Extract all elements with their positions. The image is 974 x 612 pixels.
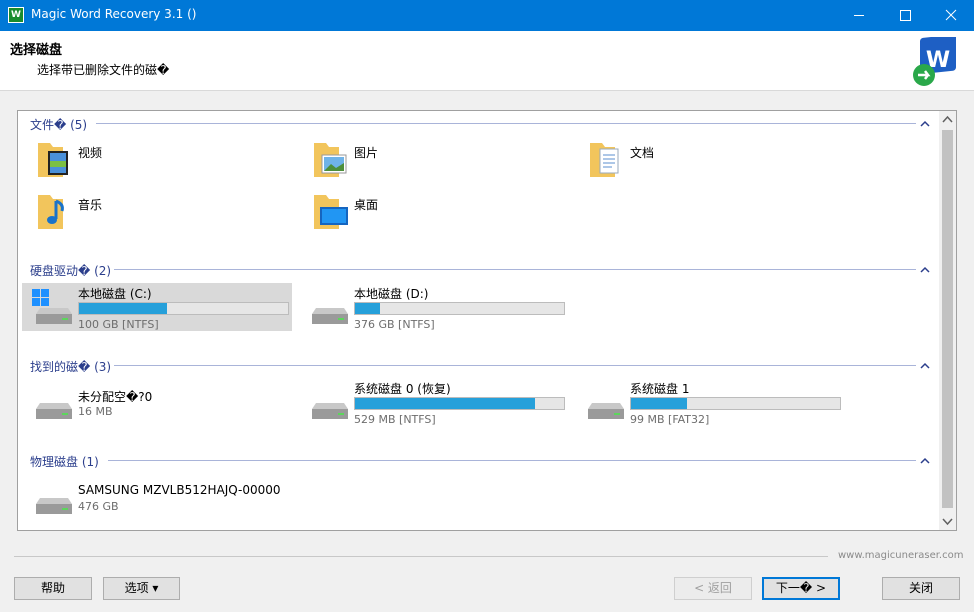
drive-usage-bar: [78, 302, 289, 315]
scrollbar-thumb[interactable]: [942, 130, 953, 508]
close-icon: [945, 9, 957, 21]
drive-name: 本地磁盘 (D:): [354, 287, 429, 301]
close-window-button[interactable]: [928, 0, 974, 31]
window-title: Magic Word Recovery 3.1 (): [31, 7, 197, 21]
scroll-up-icon[interactable]: [939, 111, 956, 128]
page-title: 选择磁盘: [10, 43, 63, 58]
drive-name: 系统磁盘 0 (恢复): [354, 382, 451, 396]
collapse-chevron-icon[interactable]: [920, 266, 930, 274]
scroll-down-icon[interactable]: [939, 513, 956, 530]
maximize-button[interactable]: [882, 0, 928, 31]
group-divider: [96, 123, 916, 124]
drive-usage-bar: [630, 397, 841, 410]
folder-label: 视频: [78, 146, 103, 160]
options-button[interactable]: 选项 ▾: [103, 577, 180, 600]
drive-size: 16 MB: [78, 405, 113, 418]
folder-label: 文档: [630, 146, 655, 160]
folder-item-music[interactable]: 音乐: [22, 188, 292, 236]
maximize-icon: [900, 10, 911, 21]
group-header-folders[interactable]: 文件� (5): [30, 116, 87, 132]
drive-size: 476 GB: [78, 500, 119, 513]
page-subtitle: 选择带已删除文件的磁�: [37, 63, 170, 77]
found-item-system-disk-0[interactable]: 系统磁盘 0 (恢复) 529 MB [NTFS]: [298, 378, 568, 426]
folder-item-pictures[interactable]: 图片: [298, 136, 568, 184]
app-icon[interactable]: W: [8, 7, 24, 23]
title-bar: W Magic Word Recovery 3.1 (): [0, 0, 974, 31]
group-header-hard-drives[interactable]: 硬盘驱动� (2): [30, 262, 111, 278]
drive-usage-bar: [354, 302, 565, 315]
hard-drive-icon: [312, 308, 348, 324]
website-link[interactable]: www.magicuneraser.com: [838, 550, 963, 561]
hard-drive-icon: [36, 498, 72, 514]
drive-size: 376 GB [NTFS]: [354, 318, 435, 331]
drive-name: 本地磁盘 (C:): [78, 287, 152, 301]
drive-name: 系统磁盘 1: [630, 382, 690, 396]
found-item-unallocated[interactable]: 未分配空�?0 16 MB: [22, 378, 292, 426]
minimize-icon: [854, 15, 864, 16]
videos-folder-icon: [38, 143, 68, 177]
group-divider: [114, 269, 916, 270]
back-button[interactable]: < 返回: [674, 577, 752, 600]
system-drive-icon: [32, 289, 72, 324]
drive-name: 未分配空�?0: [78, 390, 153, 404]
drive-size: 99 MB [FAT32]: [630, 413, 710, 426]
drive-size: 100 GB [NTFS]: [78, 318, 159, 331]
drive-name: SAMSUNG MZVLB512HAJQ-00000: [78, 483, 281, 497]
next-button[interactable]: 下一� >: [762, 577, 840, 600]
wizard-header: 选择磁盘 选择带已删除文件的磁� W: [0, 31, 974, 91]
footer-divider: [14, 556, 828, 557]
pictures-folder-icon: [314, 143, 347, 177]
product-logo-icon: W: [913, 37, 956, 86]
hard-drive-icon: [36, 403, 72, 419]
folder-item-desktop[interactable]: 桌面: [298, 188, 568, 236]
disk-list-panel[interactable]: 文件� (5) 视频 图片 文档 音乐 桌面 硬盘驱动� (2) 本地磁盘 (C…: [17, 110, 957, 531]
group-divider: [108, 460, 916, 461]
hard-drive-icon: [312, 403, 348, 419]
drive-usage-bar: [354, 397, 565, 410]
group-divider: [114, 365, 916, 366]
folder-item-videos[interactable]: 视频: [22, 136, 292, 184]
drive-size: 529 MB [NTFS]: [354, 413, 436, 426]
collapse-chevron-icon[interactable]: [920, 362, 930, 370]
desktop-folder-icon: [314, 195, 348, 229]
folder-label: 音乐: [78, 198, 103, 212]
music-folder-icon: [38, 195, 64, 229]
group-header-physical-disks[interactable]: 物理磁盘 (1): [30, 453, 99, 469]
drive-item-c[interactable]: 本地磁盘 (C:) 100 GB [NTFS]: [22, 283, 292, 331]
drive-item-d[interactable]: 本地磁盘 (D:) 376 GB [NTFS]: [298, 283, 568, 331]
folder-item-documents[interactable]: 文档: [574, 136, 844, 184]
group-header-found-disks[interactable]: 找到的磁� (3): [30, 358, 111, 374]
collapse-chevron-icon[interactable]: [920, 457, 930, 465]
hard-drive-icon: [588, 403, 624, 419]
minimize-button[interactable]: [836, 0, 882, 31]
found-item-system-disk-1[interactable]: 系统磁盘 1 99 MB [FAT32]: [574, 378, 844, 426]
folder-label: 桌面: [354, 198, 379, 212]
collapse-chevron-icon[interactable]: [920, 120, 930, 128]
folder-label: 图片: [354, 146, 379, 160]
physical-disk-item[interactable]: SAMSUNG MZVLB512HAJQ-00000 476 GB: [22, 473, 292, 521]
help-button[interactable]: 帮助: [14, 577, 92, 600]
documents-folder-icon: [590, 143, 619, 177]
close-button[interactable]: 关闭: [882, 577, 960, 600]
vertical-scrollbar[interactable]: [939, 111, 956, 530]
